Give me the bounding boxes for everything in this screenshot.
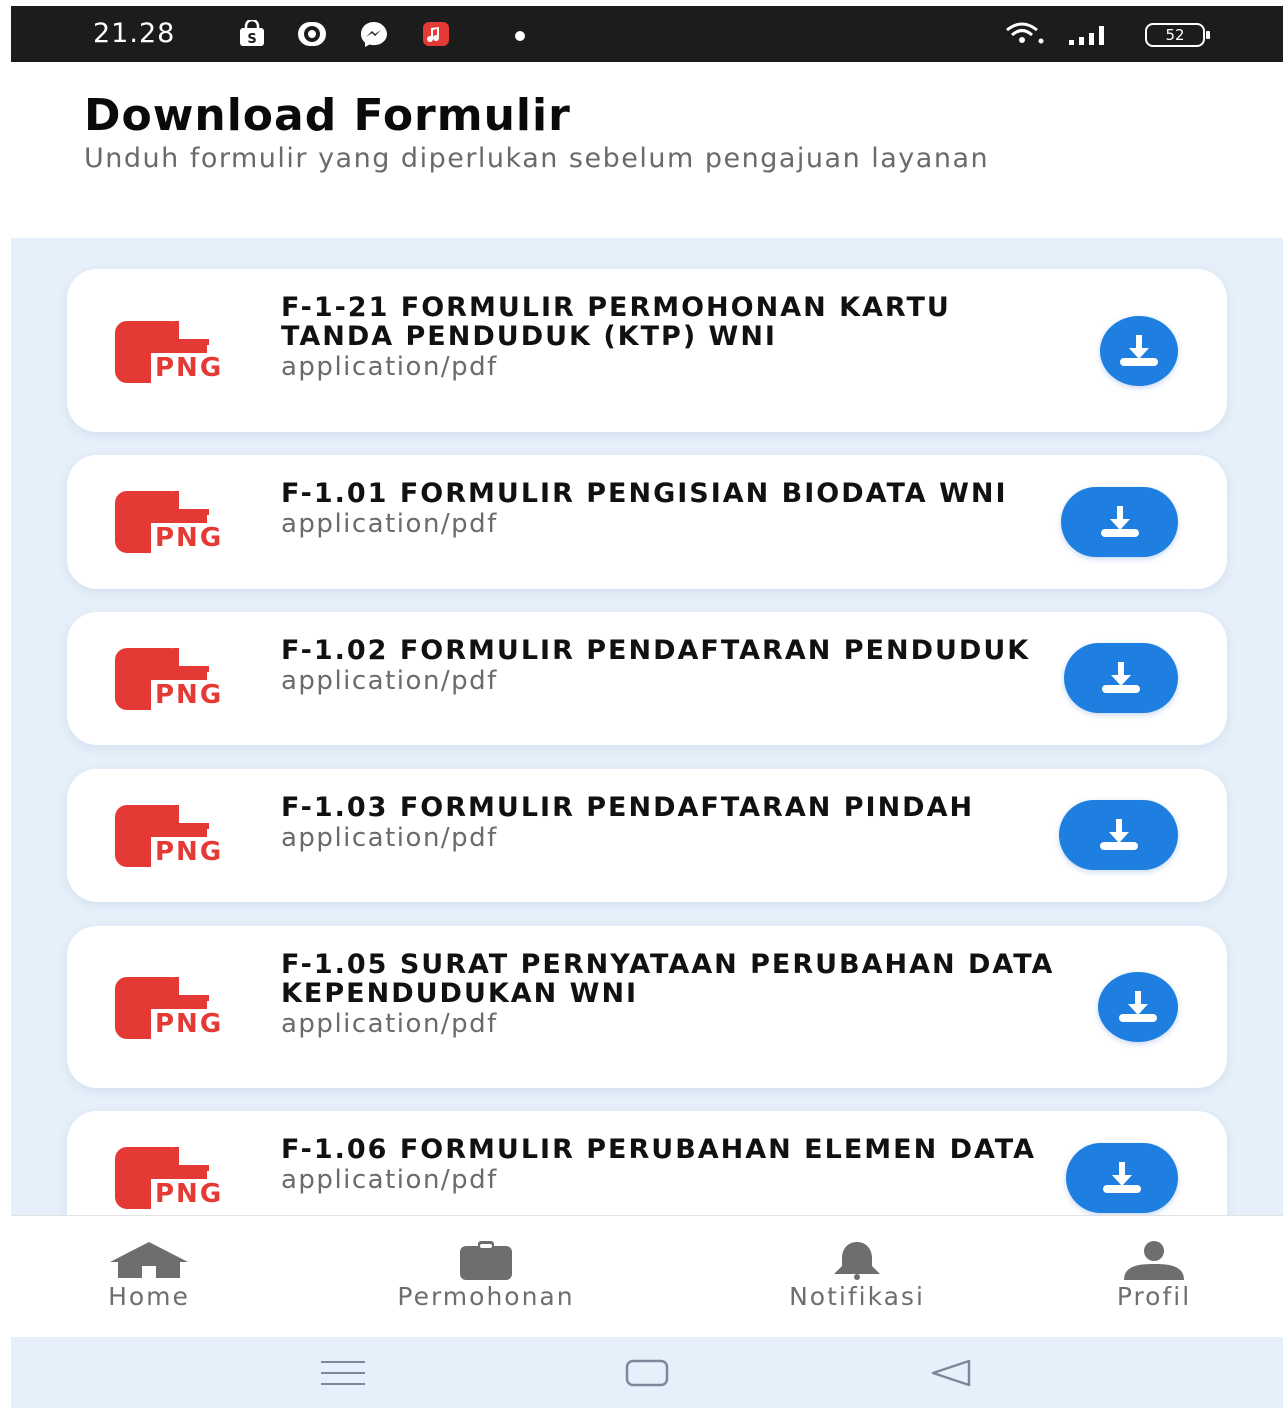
download-icon [1119,991,1157,1022]
bell-icon [834,1242,880,1280]
form-mime-type: application/pdf [281,823,498,853]
form-mime-type: application/pdf [281,1009,498,1039]
form-mime-type: application/pdf [281,666,498,696]
form-list[interactable]: PNG F-1-21 FORMULIR PERMOHONAN KARTU TAN… [11,238,1283,1215]
page-subtitle: Unduh formulir yang diperlukan sebelum p… [84,143,990,174]
download-button[interactable] [1066,1143,1178,1213]
download-button[interactable] [1100,316,1178,386]
form-mime-type: application/pdf [281,509,498,539]
nav-notifikasi[interactable]: Notifikasi [757,1216,957,1338]
form-card[interactable]: PNG F-1.05 SURAT PERNYATAAN PERUBAHAN DA… [67,926,1227,1088]
shopping-bag-icon: S [240,20,264,47]
download-button[interactable] [1061,487,1178,557]
page-title: Download Formulir [84,90,571,141]
menu-icon[interactable] [321,1359,365,1387]
png-file-icon: PNG [115,321,239,383]
download-icon [1120,335,1158,366]
form-card[interactable]: PNG F-1-21 FORMULIR PERMOHONAN KARTU TAN… [67,269,1227,432]
download-icon [1100,506,1139,537]
video-call-icon [298,22,326,46]
form-info: F-1.02 FORMULIR PENDAFTARAN PENDUDUK app… [281,636,1071,697]
png-file-icon: PNG [115,648,239,710]
bottom-navigation: Home Permohonan Notifikasi Profil [11,1215,1283,1337]
download-icon [1103,1162,1141,1193]
notification-dot [515,31,525,41]
form-title: F-1.06 FORMULIR PERUBAHAN ELEMEN DATA [281,1134,1036,1165]
music-icon [423,22,449,46]
nav-home[interactable]: Home [69,1216,229,1338]
form-info: F-1-21 FORMULIR PERMOHONAN KARTU TANDA P… [281,293,1071,383]
form-card[interactable]: PNG F-1.06 FORMULIR PERUBAHAN ELEMEN DAT… [67,1111,1227,1215]
download-icon [1099,819,1138,850]
nav-profil[interactable]: Profil [1079,1216,1229,1338]
download-icon [1102,662,1140,693]
download-button[interactable] [1059,800,1178,870]
messenger-icon [361,22,387,47]
status-bar: 21.28 S 52 [11,6,1283,62]
nav-profil-label: Profil [1116,1282,1192,1311]
form-card[interactable]: PNG F-1.01 FORMULIR PENGISIAN BIODATA WN… [67,455,1227,589]
png-file-icon: PNG [115,977,239,1039]
form-title: F-1.05 SURAT PERNYATAAN PERUBAHAN DATA K… [281,949,1055,1009]
png-file-icon: PNG [115,491,239,553]
form-title: F-1.01 FORMULIR PENGISIAN BIODATA WNI [281,478,1008,509]
svg-text:S: S [247,32,256,47]
form-card[interactable]: PNG F-1.02 FORMULIR PENDAFTARAN PENDUDUK… [67,612,1227,745]
download-button[interactable] [1098,972,1178,1042]
back-triangle-icon[interactable] [929,1359,973,1387]
nav-permohonan-label: Permohonan [397,1282,575,1311]
png-file-icon: PNG [115,1147,239,1209]
app-screen: 21.28 S 52 Download Formulir Unduh formu… [0,0,1285,1408]
form-info: F-1.06 FORMULIR PERUBAHAN ELEMEN DATA ap… [281,1135,1071,1196]
system-navigation-bar [11,1337,1283,1408]
form-title: F-1-21 FORMULIR PERMOHONAN KARTU TANDA P… [281,292,951,352]
nav-home-label: Home [108,1282,190,1311]
nav-permohonan[interactable]: Permohonan [356,1216,616,1338]
home-icon [110,1242,188,1278]
status-time: 21.28 [93,18,176,49]
battery-indicator: 52 [1145,23,1210,47]
user-icon [1124,1241,1184,1280]
form-card[interactable]: PNG F-1.03 FORMULIR PENDAFTARAN PINDAH a… [67,769,1227,902]
form-title: F-1.03 FORMULIR PENDAFTARAN PINDAH [281,792,975,823]
form-mime-type: application/pdf [281,1165,498,1195]
wifi-icon [1006,22,1044,44]
clipboard-icon [460,1241,512,1280]
nav-notifikasi-label: Notifikasi [789,1282,925,1311]
png-file-icon: PNG [115,805,239,867]
download-button[interactable] [1064,643,1178,713]
signal-icon [1069,26,1104,45]
form-info: F-1.03 FORMULIR PENDAFTARAN PINDAH appli… [281,793,1071,854]
form-title: F-1.02 FORMULIR PENDAFTARAN PENDUDUK [281,635,1031,666]
form-info: F-1.05 SURAT PERNYATAAN PERUBAHAN DATA K… [281,950,1071,1040]
form-mime-type: application/pdf [281,352,498,382]
form-info: F-1.01 FORMULIR PENGISIAN BIODATA WNI ap… [281,479,1071,540]
home-square-icon[interactable] [625,1359,669,1387]
